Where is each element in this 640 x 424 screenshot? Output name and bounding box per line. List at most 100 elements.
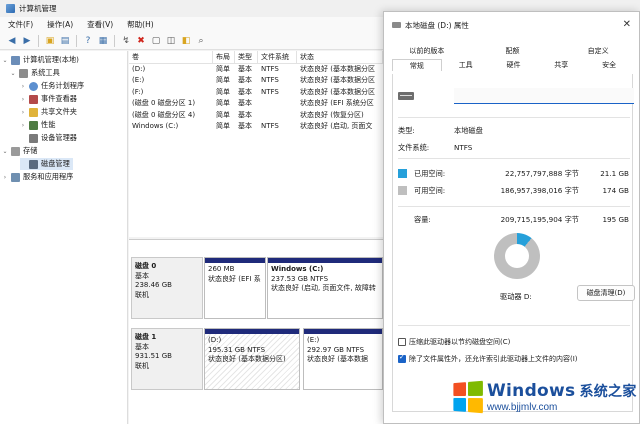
performance-icon [29,120,38,130]
tab-previous-versions[interactable]: 以前的版本 [384,45,470,57]
volume-cell: Windows (C:) [132,121,179,130]
capacity-label: 容量: [414,215,431,224]
close-icon[interactable]: ✕ [623,19,631,30]
index-contents-checkbox[interactable]: 除了文件属性外，还允许索引此驱动器上文件的内容(I) [398,353,578,364]
chevron-down-icon[interactable]: ⌄ [2,148,8,155]
table-row[interactable]: (磁盘 0 磁盘分区 1) 简单 基本 状态良好 (EFI 系统分区 [129,98,383,109]
tree-item-disk-management[interactable]: 磁盘管理 [20,158,73,170]
layout-cell: 简单 [216,99,230,108]
check-disk-icon[interactable]: ◫ [165,35,177,47]
compress-drive-checkbox[interactable]: 压缩此驱动器以节约磁盘空间(C) [398,337,510,347]
partition-windows-c[interactable]: Windows (C:) 237.53 GB NTFS 状态良好 (启动, 页面… [267,257,383,319]
partition-efi[interactable]: 260 MB 状态良好 (EFI 系 [204,257,266,319]
tab-hardware[interactable]: 硬件 [490,59,538,71]
used-space-swatch [398,169,407,178]
table-row[interactable]: Windows (C:) 简单 基本 NTFS 状态良好 (启动, 页面文 [129,121,383,132]
volume-cell: (磁盘 0 磁盘分区 4) [132,110,196,119]
disk-0-info[interactable]: 磁盘 0 基本 238.46 GB 联机 [131,257,203,319]
toolbar-separator [76,34,77,47]
properties-icon[interactable]: ▢ [150,35,162,47]
layout-cell: 简单 [216,65,230,73]
menu-view[interactable]: 查看(V) [87,19,113,30]
used-space-bytes: 22,757,797,888 字节 [505,169,579,178]
volume-list-header: 卷 布局 类型 文件系统 状态 [129,51,383,64]
partition-status: 状态良好 (EFI 系 [208,274,261,283]
forward-arrow-icon[interactable]: ▶ [21,35,33,47]
type-cell: 基本 [238,110,252,119]
tree-item-performance[interactable]: › 性能 [20,119,55,131]
help-icon[interactable]: ? [82,35,94,47]
watermark-brand: Windows 系统之家 [487,381,637,401]
delete-icon[interactable]: ✖ [135,35,147,47]
tree-item-task-scheduler[interactable]: › 任务计划程序 [20,80,84,92]
type-label: 类型: [398,126,415,135]
chevron-down-icon[interactable]: ⌄ [2,57,8,64]
up-folder-icon[interactable]: ▣ [44,35,56,47]
partition-d[interactable]: (D:) 195.31 GB NTFS 状态良好 (基本数据分区) [204,328,300,390]
layout-cell: 简单 [216,76,230,85]
partition-status: 状态良好 (启动, 页面文件, 故障转 [271,284,376,292]
chevron-right-icon[interactable]: › [20,83,26,90]
tree-item-services-and-apps[interactable]: › 服务和应用程序 [2,171,73,183]
disk-cleanup-button[interactable]: 磁盘清理(D) [577,285,635,301]
menu-file[interactable]: 文件(F) [8,19,33,30]
partition-e[interactable]: (E:) 292.97 GB NTFS 状态良好 (基本数据 [303,328,383,390]
table-row[interactable]: (E:) 简单 基本 NTFS 状态良好 (基本数据分区 [129,75,383,86]
column-filesystem[interactable]: 文件系统 [258,51,297,63]
status-cell: 状态良好 (基本数据分区 [300,76,375,85]
column-type[interactable]: 类型 [235,51,258,63]
disk-map: 磁盘 0 基本 238.46 GB 联机 260 MB 状态良好 (EFI 系 … [129,239,383,424]
chevron-down-icon[interactable]: ⌄ [10,70,16,77]
tab-security[interactable]: 安全 [585,59,633,71]
tree-label: 计算机管理(本地) [23,55,79,64]
tree-item-system-tools[interactable]: ⌄ 系统工具 [10,67,60,79]
table-row[interactable]: (D:) 简单 基本 NTFS 状态良好 (基本数据分区 [129,64,383,75]
back-arrow-icon[interactable]: ◀ [6,35,18,47]
tab-sharing[interactable]: 共享 [537,59,585,71]
column-status[interactable]: 状态 [297,51,383,63]
filesystem-label: 文件系统: [398,143,430,152]
filesystem-value: NTFS [454,143,473,152]
tree-item-computer-management[interactable]: ⌄ 计算机管理(本地) [2,54,79,66]
table-row[interactable]: (F:) 简单 基本 NTFS 状态良好 (基本数据分区 [129,87,383,98]
status-cell: 状态良好 (启动, 页面文 [300,121,373,130]
column-volume[interactable]: 卷 [129,51,213,63]
table-row[interactable]: (磁盘 0 磁盘分区 4) 简单 基本 状态良好 (恢复分区) [129,110,383,121]
tab-tools[interactable]: 工具 [442,59,490,71]
checkbox-box[interactable] [398,338,406,346]
navigation-tree: ⌄ 计算机管理(本地) ⌄ 系统工具 › 任务计划程序 › 事件查看器 › 共享… [0,51,128,424]
layout-cell: 简单 [216,110,230,119]
drive-letter-label: 驱动器 D: [500,292,532,301]
menu-help[interactable]: 帮助(H) [127,19,154,30]
disk-name: 磁盘 0 [135,262,157,270]
divider [398,117,630,118]
view-icon[interactable]: ▦ [97,35,109,47]
column-layout[interactable]: 布局 [213,51,235,63]
tree-item-event-viewer[interactable]: › 事件查看器 [20,93,77,105]
open-folder-icon[interactable]: ◧ [180,35,192,47]
tab-general[interactable]: 常规 [392,59,442,71]
free-space-label: 可用空间: [414,186,446,195]
tab-quota[interactable]: 配额 [470,45,556,57]
checkbox-box[interactable] [398,353,406,363]
filesystem-cell [258,110,297,121]
chevron-right-icon[interactable]: › [20,122,26,129]
volume-name-input[interactable] [454,88,634,104]
disk-1-info[interactable]: 磁盘 1 基本 931.51 GB 联机 [131,328,203,390]
show-tree-icon[interactable]: ▤ [59,35,71,47]
watermark-brand-cn: 系统之家 [579,384,637,400]
status-cell: 状态良好 (基本数据分区 [300,87,375,96]
chevron-right-icon[interactable]: › [20,96,26,103]
tree-item-shared-folders[interactable]: › 共享文件夹 [20,106,77,118]
connect-icon[interactable]: ↯ [120,35,132,47]
tree-item-device-manager[interactable]: 设备管理器 [20,132,77,144]
dialog-titlebar: 本地磁盘 (D:) 属性 [384,12,639,38]
tree-item-storage[interactable]: ⌄ 存储 [2,145,37,157]
menu-action[interactable]: 操作(A) [47,19,73,30]
chevron-right-icon[interactable]: › [20,109,26,116]
used-space-label: 已用空间: [414,169,446,178]
search-icon[interactable]: ⌕ [195,35,207,47]
chevron-right-icon[interactable]: › [2,174,8,181]
tab-customize[interactable]: 自定义 [555,45,640,57]
disk-type: 基本 [135,342,149,351]
